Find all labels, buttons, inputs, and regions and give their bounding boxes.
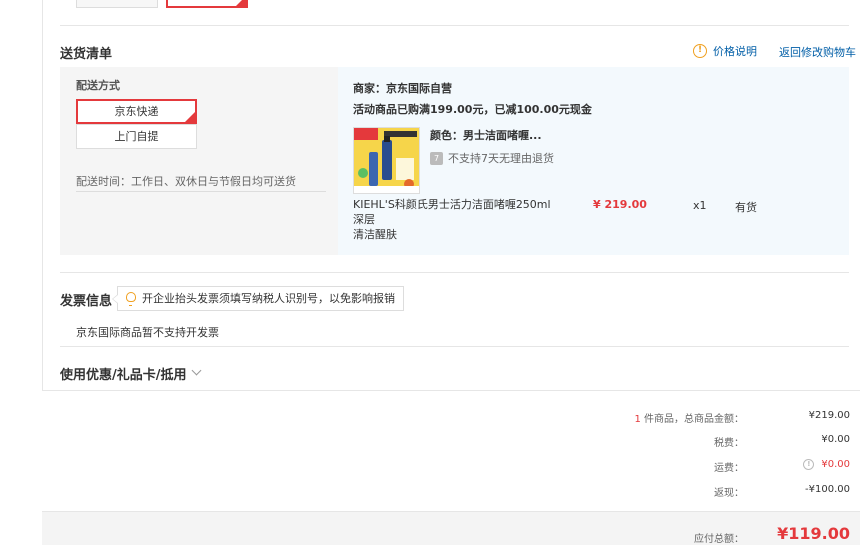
product-thumbnail-art — [354, 128, 419, 193]
cashback-value: -¥100.00 — [805, 484, 850, 495]
shipping-option-pickup[interactable]: 上门自提 — [76, 124, 197, 149]
divider — [42, 390, 860, 391]
coupon-toggle[interactable]: 使用优惠/礼品卡/抵用 — [60, 364, 201, 383]
product-price: ¥ 219.00 — [593, 198, 647, 211]
top-option-button-selected[interactable] — [166, 0, 248, 8]
promo-text: 活动商品已购满199.00元，已减100.00元现金 — [353, 103, 592, 116]
invoice-tip: 开企业抬头发票须填写纳税人识别号，以免影响报销 — [112, 286, 404, 311]
stock-status: 有货 — [735, 201, 757, 214]
goods-total-value: ¥219.00 — [808, 410, 850, 421]
shipping-option-jd-express[interactable]: 京东快递 — [76, 99, 197, 124]
invoice-note: 京东国际商品暂不支持开发票 — [76, 326, 219, 339]
divider — [60, 272, 849, 273]
goods-total-label: 1 件商品，总商品金额： — [634, 410, 744, 425]
invoice-tip-text: 开企业抬头发票须填写纳税人识别号，以免影响报销 — [142, 292, 395, 305]
divider — [60, 346, 849, 347]
divider — [60, 25, 849, 26]
cashback-label: 返现： — [714, 488, 744, 499]
shipping-option-label: 上门自提 — [114, 130, 159, 143]
payable-label: 应付总额： — [694, 534, 744, 545]
shipping-fee-label: 运费： — [714, 463, 744, 474]
info-icon: ! — [693, 44, 707, 58]
product-color: 颜色：男士洁面啫喱... — [430, 129, 542, 142]
chevron-down-icon — [191, 365, 201, 376]
shipping-fee-value: ¥0.00 — [821, 459, 850, 470]
product-quantity: x1 — [693, 199, 707, 212]
price-info-link[interactable]: 价格说明 — [713, 43, 757, 59]
product-name-line: 清洁醒肤 — [353, 228, 397, 241]
tax-label: 税费： — [714, 438, 744, 449]
divider — [76, 191, 326, 192]
merchant-name: 商家：京东国际自营 — [353, 82, 452, 95]
shipping-option-label: 京东快递 — [114, 105, 159, 118]
top-option-button[interactable] — [76, 0, 158, 8]
payable-value: ¥119.00 — [777, 524, 850, 543]
price-info[interactable]: ! 价格说明 — [693, 43, 757, 59]
no-return-text: 不支持7天无理由退货 — [448, 152, 554, 165]
product-name[interactable]: KIEHL'S科颜氏男士活力洁面啫喱250ml 深层 清洁醒肤 — [353, 197, 563, 242]
no-return-icon: 7 — [430, 151, 443, 165]
content-frame-border — [42, 0, 43, 390]
product-image[interactable] — [353, 127, 420, 194]
shipping-method-label: 配送方式 — [76, 79, 120, 92]
info-icon[interactable]: ! — [803, 459, 815, 470]
back-to-cart-link[interactable]: 返回修改购物车 — [779, 44, 856, 60]
shipping-fee: ! ¥0.00 — [803, 459, 850, 470]
coupon-title: 使用优惠/礼品卡/抵用 — [60, 368, 187, 383]
goods-total-label-text: 件商品，总商品金额： — [640, 414, 744, 425]
delivery-list-title: 送货清单 — [60, 47, 113, 62]
lightbulb-icon — [126, 292, 136, 306]
shipping-method-column — [60, 67, 338, 255]
invoice-title: 发票信息 — [60, 294, 113, 309]
tax-value: ¥0.00 — [821, 434, 850, 445]
no-return-notice: 7 不支持7天无理由退货 — [430, 150, 554, 166]
product-name-line: KIEHL'S科颜氏男士活力洁面啫喱250ml 深层 — [353, 198, 551, 226]
delivery-time-text: 配送时间：工作日、双休日与节假日均可送货 — [76, 175, 296, 188]
